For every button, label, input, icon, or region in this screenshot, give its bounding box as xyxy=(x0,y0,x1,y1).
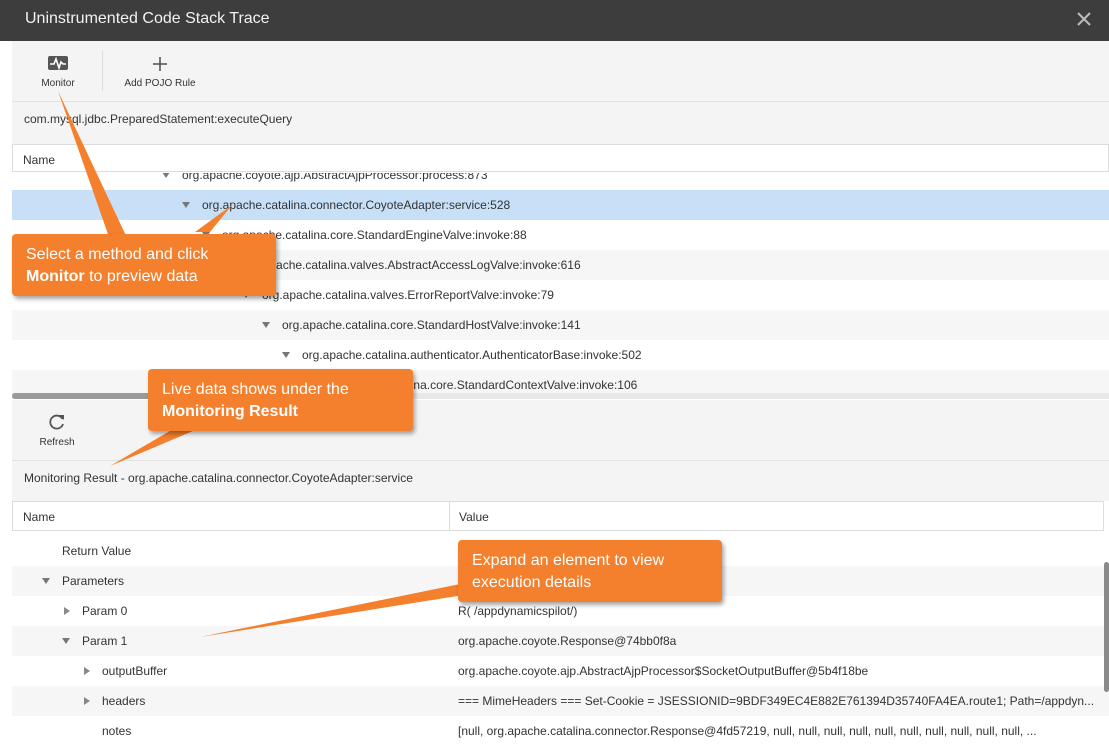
monitor-callout-pointer-2 xyxy=(195,205,232,232)
monitor-callout-pointer xyxy=(58,91,128,240)
monitor-callout-bold: Monitor xyxy=(26,268,85,285)
expand-callout-text: Expand an element to view execution deta… xyxy=(472,552,665,591)
live-data-callout: Live data shows under the Monitoring Res… xyxy=(148,369,413,431)
live-callout-line1: Live data shows under the xyxy=(162,381,349,398)
live-callout-pointer xyxy=(110,428,200,466)
monitor-callout-line1: Select a method and click xyxy=(26,246,209,263)
monitor-callout: Select a method and click Monitor to pre… xyxy=(12,234,276,296)
live-callout-bold: Monitoring Result xyxy=(162,403,298,420)
expand-callout: Expand an element to view execution deta… xyxy=(458,540,722,602)
monitor-callout-rest: to preview data xyxy=(84,268,198,285)
expand-callout-pointer xyxy=(200,582,470,637)
